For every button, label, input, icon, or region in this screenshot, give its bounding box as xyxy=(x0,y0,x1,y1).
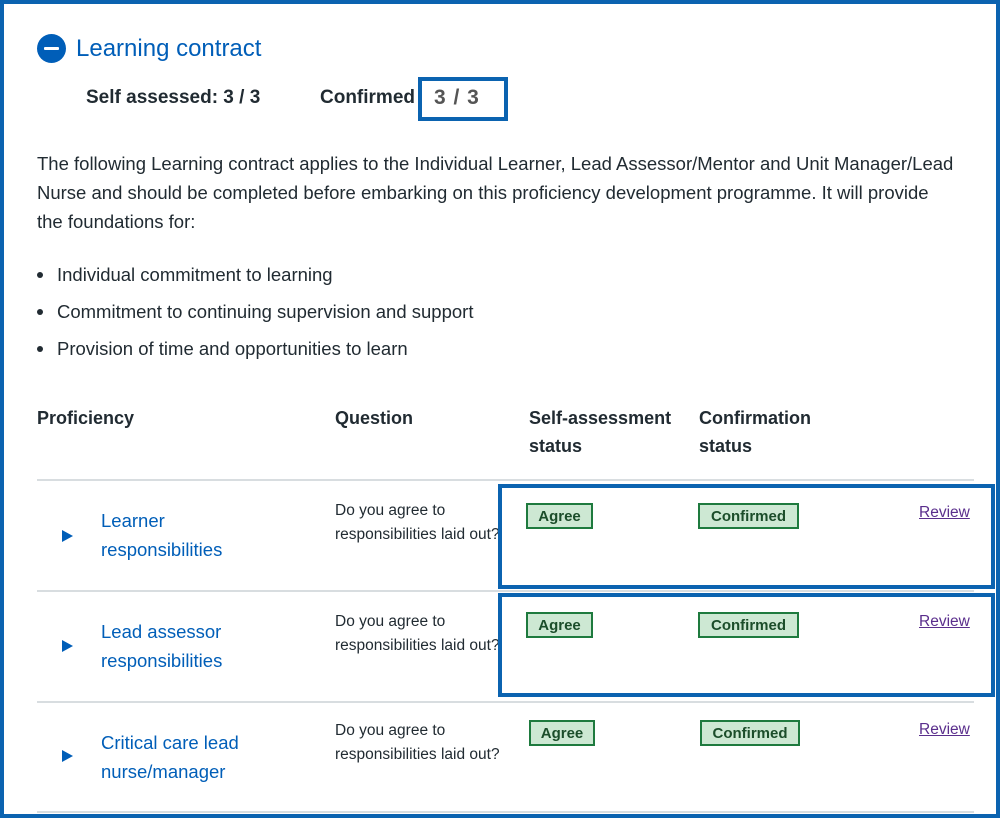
question-text: Do you agree to responsibilities laid ou… xyxy=(335,613,500,654)
foundations-list: Individual commitment to learning Commit… xyxy=(37,260,473,371)
self-status-badge: Agree xyxy=(526,612,593,638)
question-text: Do you agree to responsibilities laid ou… xyxy=(335,502,500,543)
expand-triangle-icon[interactable] xyxy=(62,750,73,762)
assessment-counts: Self assessed: 3 / 3 Confirmed 3 / 3 xyxy=(86,86,479,109)
intro-text: The following Learning contract applies … xyxy=(37,153,954,232)
expand-triangle-icon[interactable] xyxy=(62,530,73,542)
minus-circle-icon[interactable] xyxy=(37,34,66,63)
section-title[interactable]: Learning contract xyxy=(76,35,261,63)
header-confirmation-status: Confirmation status xyxy=(699,408,811,456)
proficiency-link[interactable]: Critical care lead nurse/manager xyxy=(101,728,301,786)
confirmation-status-badge: Confirmed xyxy=(698,503,799,529)
table-row: Critical care lead nurse/manager Do you … xyxy=(4,703,1000,812)
header-self-assessment-status: Self-assessment status xyxy=(529,408,672,456)
list-item: Provision of time and opportunities to l… xyxy=(37,334,473,371)
question-text: Do you agree to responsibilities laid ou… xyxy=(335,722,500,763)
expand-triangle-icon[interactable] xyxy=(62,640,73,652)
review-link[interactable]: Review xyxy=(919,721,970,739)
table-divider xyxy=(37,811,974,813)
header-question: Question xyxy=(335,408,414,428)
self-status-badge: Agree xyxy=(526,503,593,529)
table-row: Lead assessor responsibilities Do you ag… xyxy=(4,592,1000,701)
screenshot-frame: Learning contract Self assessed: 3 / 3 C… xyxy=(0,0,1000,818)
section-header: Learning contract xyxy=(37,34,261,63)
confirmed-count: 3 / 3 xyxy=(434,86,480,109)
confirmation-status-badge: Confirmed xyxy=(698,612,799,638)
self-assessed-count: Self assessed: 3 / 3 xyxy=(86,87,261,108)
table-row: Learner responsibilities Do you agree to… xyxy=(4,481,1000,590)
self-status-badge: Agree xyxy=(529,720,595,746)
review-link[interactable]: Review xyxy=(919,613,970,631)
list-item: Individual commitment to learning xyxy=(37,260,473,297)
proficiency-link[interactable]: Learner responsibilities xyxy=(101,506,301,564)
confirmed-label: Confirmed xyxy=(320,87,415,108)
review-link[interactable]: Review xyxy=(919,504,970,522)
confirmation-status-badge: Confirmed xyxy=(700,720,800,746)
header-proficiency: Proficiency xyxy=(37,408,135,428)
proficiency-link[interactable]: Lead assessor responsibilities xyxy=(101,617,301,675)
list-item: Commitment to continuing supervision and… xyxy=(37,297,473,334)
